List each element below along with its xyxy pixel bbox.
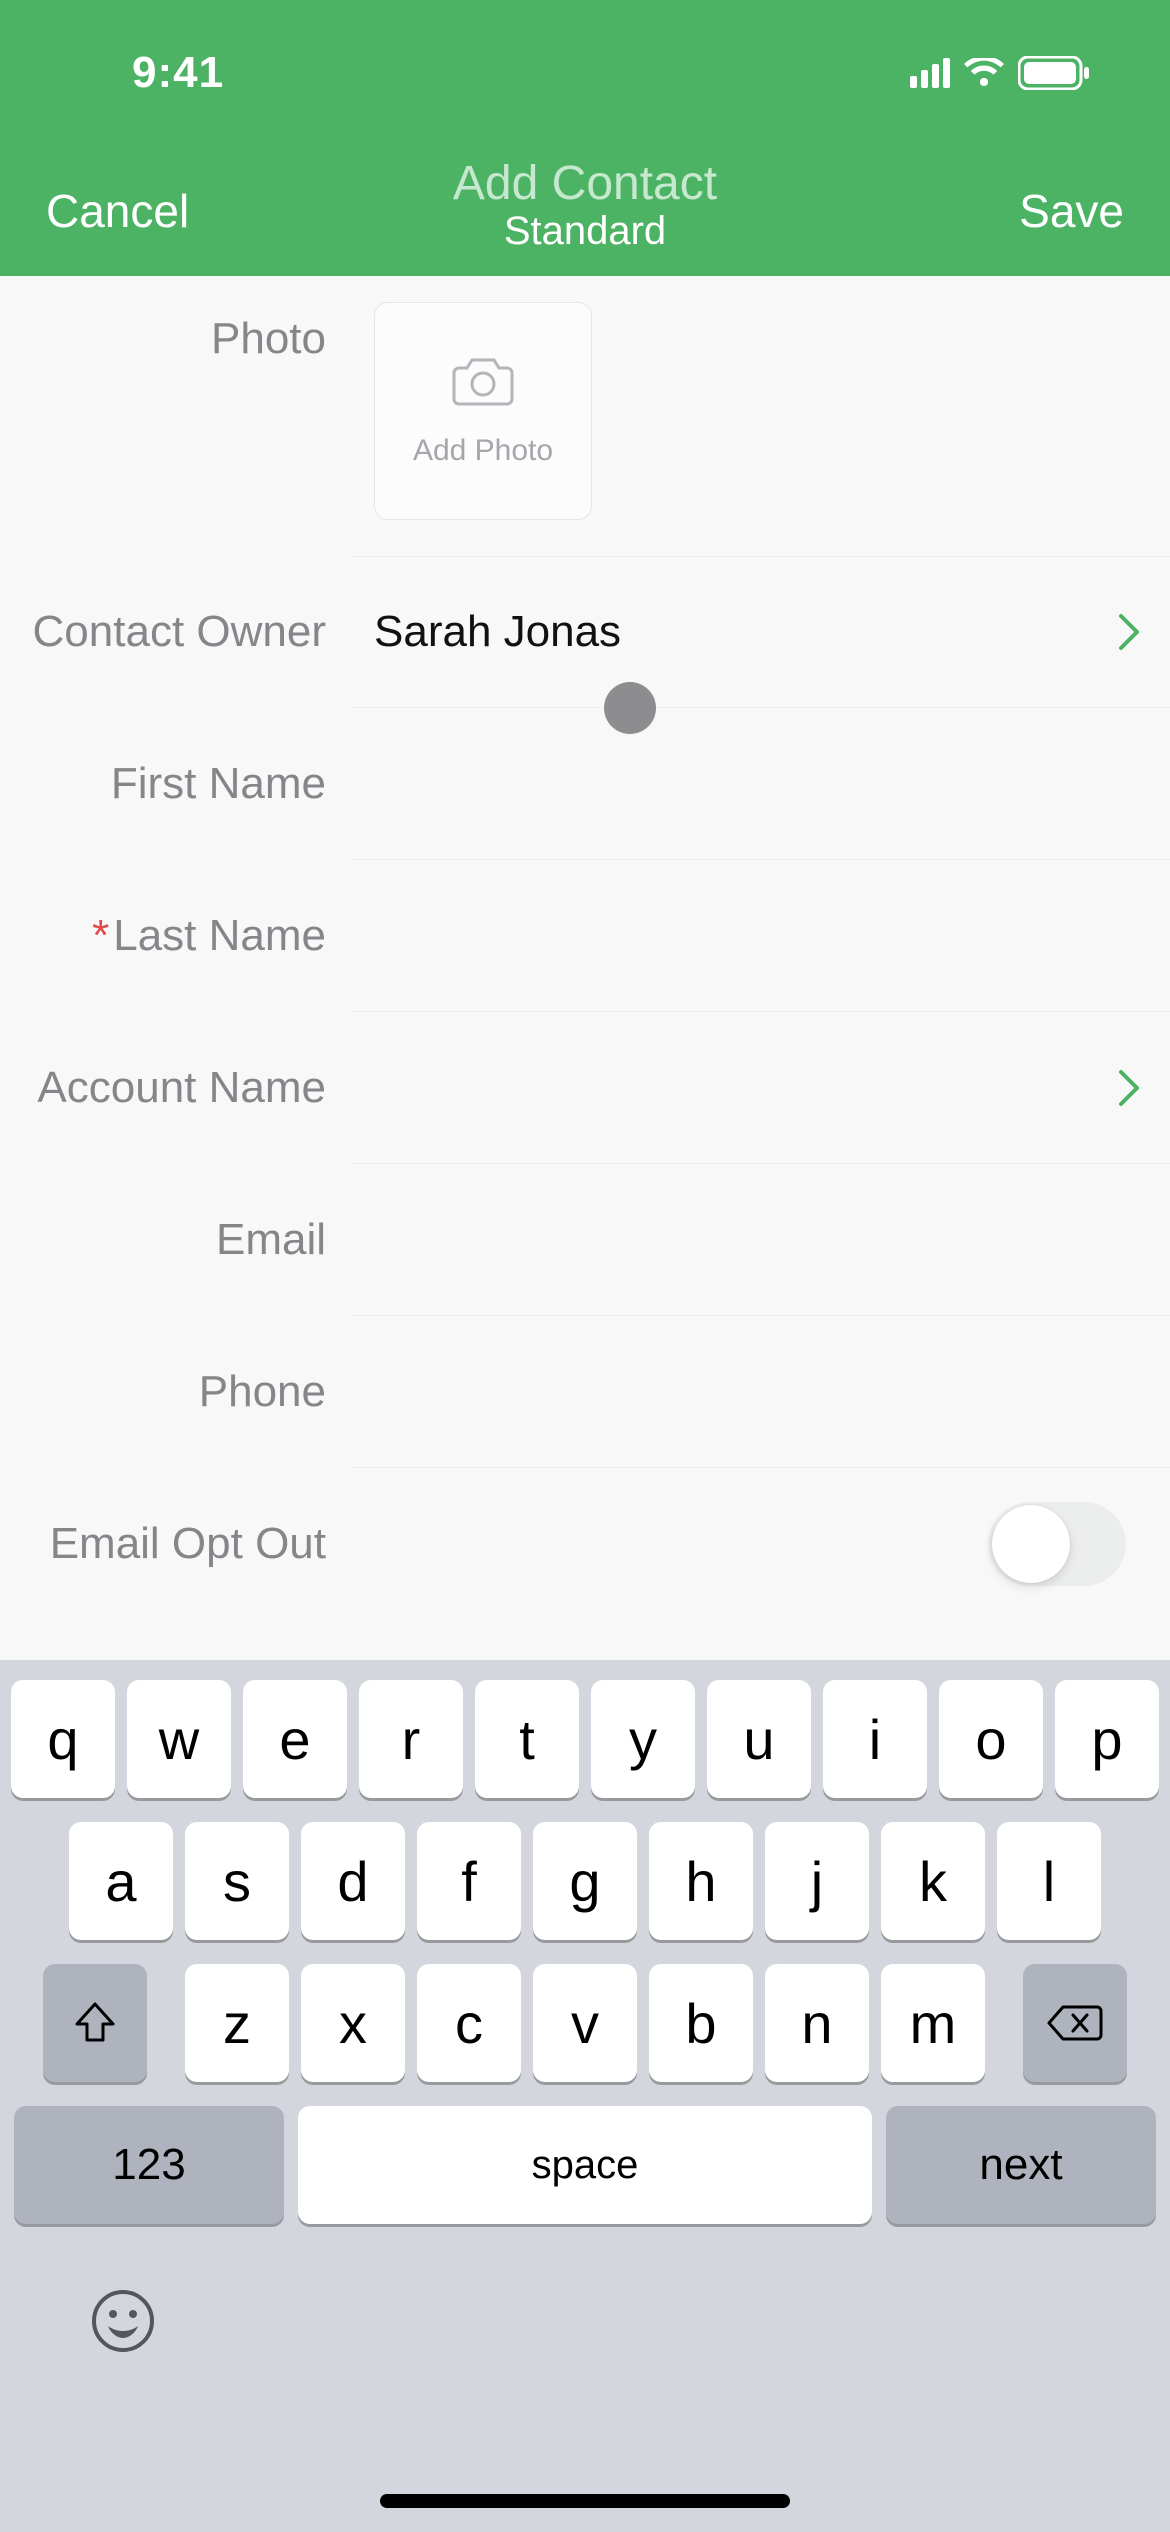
- key-w[interactable]: w: [127, 1680, 231, 1798]
- emoji-button[interactable]: [90, 2288, 156, 2354]
- key-x[interactable]: x: [301, 1964, 405, 2082]
- key-b[interactable]: b: [649, 1964, 753, 2082]
- label-email: Email: [0, 1215, 352, 1265]
- wifi-icon: [964, 58, 1004, 88]
- keyboard: qwertyuiop asdfghjkl zxcvbnm 123 space n…: [0, 1660, 1170, 2532]
- key-k[interactable]: k: [881, 1822, 985, 1940]
- key-next[interactable]: next: [886, 2106, 1156, 2224]
- row-account-name[interactable]: Account Name: [0, 1012, 1170, 1164]
- row-photo: Photo Add Photo: [0, 276, 1170, 556]
- camera-icon: [451, 354, 515, 434]
- home-indicator[interactable]: [380, 2494, 790, 2508]
- label-email-opt-out: Email Opt Out: [0, 1519, 352, 1569]
- label-contact-owner: Contact Owner: [0, 607, 352, 657]
- battery-icon: [1018, 56, 1090, 90]
- row-contact-owner[interactable]: Contact Owner Sarah Jonas: [0, 556, 1170, 708]
- key-q[interactable]: q: [11, 1680, 115, 1798]
- toggle-knob: [992, 1505, 1070, 1583]
- key-g[interactable]: g: [533, 1822, 637, 1940]
- label-account-name: Account Name: [0, 1063, 352, 1113]
- toggle-email-opt-out[interactable]: [988, 1502, 1126, 1586]
- key-a[interactable]: a: [69, 1822, 173, 1940]
- key-u[interactable]: u: [707, 1680, 811, 1798]
- add-photo-button[interactable]: Add Photo: [374, 302, 592, 520]
- status-icons: [910, 56, 1090, 90]
- key-v[interactable]: v: [533, 1964, 637, 2082]
- backspace-icon: [1047, 2003, 1103, 2043]
- row-first-name[interactable]: First Name: [0, 708, 1170, 860]
- key-f[interactable]: f: [417, 1822, 521, 1940]
- key-o[interactable]: o: [939, 1680, 1043, 1798]
- add-photo-label: Add Photo: [413, 434, 553, 468]
- status-time: 9:41: [132, 48, 224, 98]
- label-first-name: First Name: [0, 759, 352, 809]
- row-phone[interactable]: Phone: [0, 1316, 1170, 1468]
- chevron-right-icon: [1118, 613, 1140, 651]
- key-c[interactable]: c: [417, 1964, 521, 2082]
- row-email[interactable]: Email: [0, 1164, 1170, 1316]
- key-l[interactable]: l: [997, 1822, 1101, 1940]
- label-photo: Photo: [0, 302, 352, 364]
- key-e[interactable]: e: [243, 1680, 347, 1798]
- row-email-opt-out: Email Opt Out: [0, 1468, 1170, 1620]
- required-asterisk: *: [92, 911, 109, 961]
- shift-icon: [73, 2002, 117, 2044]
- key-j[interactable]: j: [765, 1822, 869, 1940]
- page-title: Add Contact: [453, 156, 717, 211]
- key-s[interactable]: s: [185, 1822, 289, 1940]
- key-space[interactable]: space: [298, 2106, 872, 2224]
- key-z[interactable]: z: [185, 1964, 289, 2082]
- key-backspace[interactable]: [1023, 1964, 1127, 2082]
- chevron-right-icon: [1118, 1069, 1140, 1107]
- text-cursor-indicator: [604, 682, 656, 734]
- key-d[interactable]: d: [301, 1822, 405, 1940]
- label-phone: Phone: [0, 1367, 352, 1417]
- key-numbers[interactable]: 123: [14, 2106, 284, 2224]
- key-m[interactable]: m: [881, 1964, 985, 2082]
- cellular-signal-icon: [910, 58, 950, 88]
- save-button[interactable]: Save: [1019, 184, 1124, 238]
- key-p[interactable]: p: [1055, 1680, 1159, 1798]
- status-bar: 9:41: [0, 48, 1170, 98]
- key-i[interactable]: i: [823, 1680, 927, 1798]
- page-subtitle: Standard: [453, 209, 717, 254]
- key-shift[interactable]: [43, 1964, 147, 2082]
- key-t[interactable]: t: [475, 1680, 579, 1798]
- key-r[interactable]: r: [359, 1680, 463, 1798]
- key-h[interactable]: h: [649, 1822, 753, 1940]
- value-contact-owner: Sarah Jonas: [374, 607, 621, 657]
- row-last-name[interactable]: * Last Name: [0, 860, 1170, 1012]
- label-last-name: * Last Name: [0, 911, 352, 961]
- cancel-button[interactable]: Cancel: [46, 184, 189, 238]
- key-n[interactable]: n: [765, 1964, 869, 2082]
- emoji-icon: [90, 2288, 156, 2354]
- key-y[interactable]: y: [591, 1680, 695, 1798]
